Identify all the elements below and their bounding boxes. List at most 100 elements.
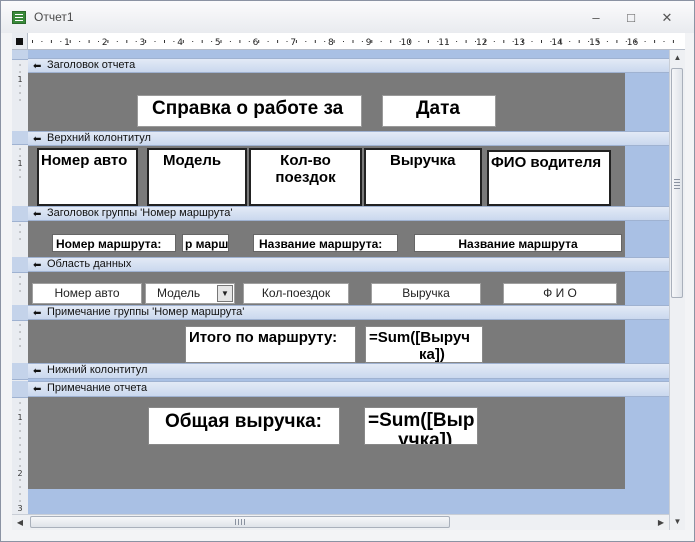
scroll-right-icon[interactable]: ▶ — [653, 515, 669, 530]
detail-car-number-field[interactable]: Номер авто — [32, 283, 142, 304]
ruler-tick — [663, 41, 665, 42]
header-model[interactable]: Модель — [147, 148, 247, 206]
section-selector-page-footer[interactable] — [12, 363, 28, 380]
dropdown-arrow-icon[interactable]: ▼ — [217, 285, 233, 302]
ruler-tick — [248, 41, 250, 42]
ruler-tick — [116, 41, 118, 42]
section-bar-report-footer[interactable]: ⬅ Примечание отчета — [28, 381, 669, 397]
detail-revenue-field[interactable]: Выручка — [371, 283, 481, 304]
horizontal-scrollbar[interactable]: ◀ ▶ — [12, 514, 669, 530]
route-name-label[interactable]: Название маршрута: — [253, 234, 398, 252]
route-number-label[interactable]: Номер маршрута: — [52, 234, 176, 252]
ruler-tick — [578, 40, 580, 43]
ruler-tick — [644, 41, 646, 42]
detail-fio-field[interactable]: Ф И О — [503, 283, 617, 304]
ruler-tick — [654, 40, 656, 43]
route-sum-line1: =Sum([Выруч — [369, 329, 470, 346]
ruler-tick — [531, 41, 533, 42]
ruler-tick — [361, 41, 363, 42]
ruler-label: 15 — [589, 38, 600, 48]
maximize-button[interactable]: □ — [621, 9, 641, 27]
detail-model-value: Модель — [157, 286, 201, 300]
section-arrow-icon: ⬅ — [33, 209, 42, 220]
ruler-tick — [135, 41, 137, 42]
section-bar-report-header[interactable]: ⬅ Заголовок отчета — [28, 58, 669, 73]
vertical-scroll-thumb[interactable] — [671, 68, 683, 298]
section-selector-page-header[interactable] — [12, 131, 28, 145]
header-trips[interactable]: Кол-во поездок — [249, 148, 362, 206]
ruler-label: 12 — [476, 38, 487, 48]
report-icon — [12, 11, 26, 24]
grand-total-label[interactable]: Общая выручка: — [148, 407, 340, 445]
section-bar-page-footer[interactable]: ⬅ Нижний колонтитул — [28, 363, 669, 379]
header-driver[interactable]: ФИО водителя — [487, 150, 611, 206]
report-title-label[interactable]: Справка о работе за — [137, 95, 362, 127]
vertical-ruler: · · 1 · · · · · 1 · · · · · · · · · · · · · · 1 · · · · · · · 2 · · ·… — [12, 50, 28, 514]
ruler-tick — [427, 40, 429, 43]
ruler-tick — [32, 40, 33, 43]
ruler-label: 11 — [438, 38, 449, 48]
ruler-tick — [390, 40, 392, 43]
section-arrow-icon: ⬅ — [33, 366, 42, 377]
section-selector-group-header[interactable] — [12, 206, 28, 222]
ruler-label: 10 — [401, 38, 413, 48]
section-bar-detail[interactable]: ⬅ Область данных — [28, 257, 669, 272]
ruler-tick — [343, 41, 344, 42]
ruler-tick — [192, 41, 194, 42]
ruler-tick — [277, 40, 279, 43]
ruler-tick — [60, 41, 62, 42]
ruler-label: 2 — [102, 38, 108, 48]
ruler-tick — [541, 40, 542, 43]
header-revenue[interactable]: Выручка — [364, 148, 482, 206]
ruler-tick — [154, 41, 156, 42]
route-name-field[interactable]: Название маршрута — [414, 234, 622, 252]
scroll-down-icon[interactable]: ▼ — [670, 514, 685, 530]
ruler-tick — [352, 40, 354, 43]
route-sum-field[interactable]: =Sum([Выруч ка]) — [365, 326, 483, 363]
grand-sum-field[interactable]: =Sum([Выр учка]) — [364, 407, 478, 445]
grand-sum-line1: =Sum([Выр — [368, 410, 475, 431]
route-sum-line2: ка]) — [419, 346, 445, 363]
ruler-tick — [456, 41, 458, 42]
ruler-tick — [493, 41, 495, 42]
horizontal-scroll-thumb[interactable] — [30, 516, 450, 528]
section-bar-group-footer[interactable]: ⬅ Примечание группы 'Номер маршрута' — [28, 305, 669, 320]
ruler-label: 8 — [328, 38, 334, 48]
ruler-label: 3 — [140, 38, 146, 48]
report-window: Отчет1 – □ ✕ 1 2 3 4 5 6 7 8 9 10 11 12 13 14 15 16 · · 1… — [0, 0, 695, 542]
grip-icon — [674, 179, 680, 189]
ruler-label: 16 — [627, 38, 639, 48]
section-selector-report-header[interactable] — [12, 50, 28, 60]
title-bar: Отчет1 – □ ✕ — [1, 1, 694, 33]
ruler-tick — [569, 41, 571, 42]
section-selector-group-footer[interactable] — [12, 305, 28, 321]
minimize-button[interactable]: – — [586, 9, 606, 27]
ruler-tick — [465, 40, 467, 43]
section-selector-report-footer[interactable] — [12, 381, 28, 398]
detail-model-combo[interactable]: Модель ▼ — [145, 283, 235, 304]
close-button[interactable]: ✕ — [657, 9, 677, 27]
header-car-number[interactable]: Номер авто — [37, 148, 138, 206]
ruler-label: 5 — [215, 38, 221, 48]
scroll-up-icon[interactable]: ▲ — [670, 50, 685, 66]
window-title: Отчет1 — [34, 10, 74, 24]
header-trips-line2: поездок — [275, 169, 336, 186]
ruler-tick — [211, 41, 213, 42]
section-bar-page-header[interactable]: ⬅ Верхний колонтитул — [28, 131, 669, 146]
route-number-field[interactable]: р марш — [182, 234, 229, 252]
report-selector[interactable] — [12, 33, 28, 50]
scroll-left-icon[interactable]: ◀ — [12, 515, 28, 530]
route-total-label[interactable]: Итого по маршруту: — [185, 326, 356, 363]
detail-trips-field[interactable]: Кол-поездок — [243, 283, 349, 304]
section-selector-detail[interactable] — [12, 257, 28, 273]
ruler-segment: · · · — [18, 273, 22, 296]
ruler-tick — [98, 41, 99, 42]
ruler-tick — [606, 41, 608, 42]
vertical-scrollbar[interactable]: ▲ ▼ — [669, 50, 685, 530]
ruler-label: 14 — [551, 38, 563, 48]
ruler-segment: · · 1 · · — [17, 145, 23, 182]
date-label[interactable]: Дата — [382, 95, 496, 127]
grand-sum-line2: учка]) — [398, 430, 453, 445]
section-bar-group-header[interactable]: ⬅ Заголовок группы 'Номер маршрута' — [28, 206, 669, 221]
ruler-segment: · · 1 · · · — [17, 61, 23, 105]
